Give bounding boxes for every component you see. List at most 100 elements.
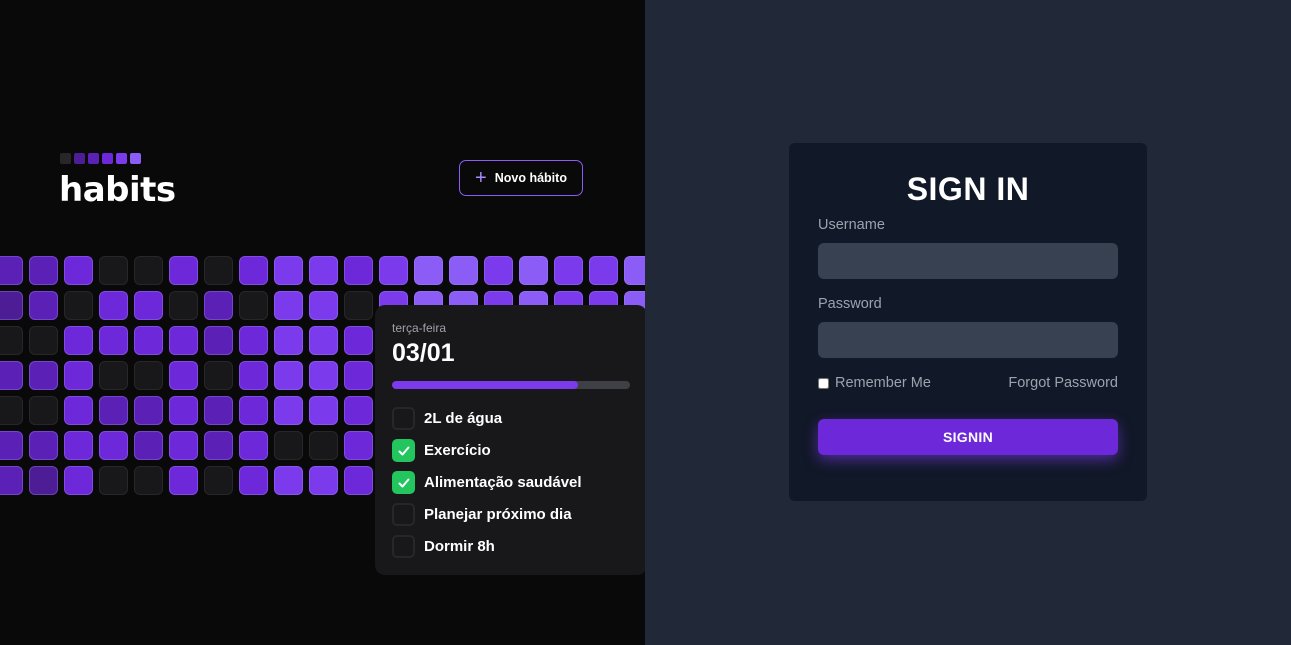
- habit-day-cell[interactable]: [29, 256, 58, 285]
- habit-day-cell[interactable]: [134, 326, 163, 355]
- task-item[interactable]: Planejar próximo dia: [392, 503, 572, 526]
- habit-day-cell[interactable]: [169, 291, 198, 320]
- habit-day-cell[interactable]: [99, 291, 128, 320]
- task-item[interactable]: Alimentação saudável: [392, 471, 582, 494]
- habit-day-cell[interactable]: [64, 431, 93, 460]
- habit-day-cell[interactable]: [344, 431, 373, 460]
- task-item[interactable]: 2L de água: [392, 407, 502, 430]
- habit-day-cell[interactable]: [64, 326, 93, 355]
- habit-day-cell[interactable]: [64, 396, 93, 425]
- habit-day-cell[interactable]: [0, 361, 23, 390]
- password-input[interactable]: [818, 322, 1118, 358]
- habit-day-cell[interactable]: [99, 431, 128, 460]
- task-checkbox[interactable]: [392, 535, 415, 558]
- habit-day-cell[interactable]: [204, 396, 233, 425]
- habit-day-cell[interactable]: [0, 256, 23, 285]
- habit-day-cell[interactable]: [204, 291, 233, 320]
- habit-day-cell[interactable]: [134, 256, 163, 285]
- habit-day-cell[interactable]: [169, 396, 198, 425]
- habit-day-cell[interactable]: [169, 326, 198, 355]
- habit-day-cell[interactable]: [134, 361, 163, 390]
- habit-day-cell[interactable]: [169, 431, 198, 460]
- habit-day-cell[interactable]: [64, 361, 93, 390]
- habit-day-cell[interactable]: [309, 361, 338, 390]
- habit-day-cell[interactable]: [29, 466, 58, 495]
- habit-day-cell[interactable]: [554, 256, 583, 285]
- habit-day-cell[interactable]: [309, 396, 338, 425]
- habit-day-cell[interactable]: [134, 431, 163, 460]
- habit-day-cell[interactable]: [309, 466, 338, 495]
- habit-day-cell[interactable]: [204, 326, 233, 355]
- habit-day-cell[interactable]: [239, 431, 268, 460]
- task-item[interactable]: Exercício: [392, 439, 491, 462]
- habit-day-cell[interactable]: [204, 431, 233, 460]
- habit-day-cell[interactable]: [239, 291, 268, 320]
- remember-me[interactable]: Remember Me: [818, 375, 931, 391]
- habit-day-cell[interactable]: [204, 256, 233, 285]
- signin-button[interactable]: SIGNIN: [818, 419, 1118, 455]
- habit-day-cell[interactable]: [624, 256, 645, 285]
- habit-day-cell[interactable]: [274, 466, 303, 495]
- habit-day-cell[interactable]: [0, 431, 23, 460]
- habit-day-cell[interactable]: [204, 466, 233, 495]
- habit-day-cell[interactable]: [29, 291, 58, 320]
- habit-day-cell[interactable]: [99, 361, 128, 390]
- habit-day-cell[interactable]: [449, 256, 478, 285]
- habit-day-cell[interactable]: [484, 256, 513, 285]
- habit-day-cell[interactable]: [64, 466, 93, 495]
- new-habit-button[interactable]: + Novo hábito: [459, 160, 583, 196]
- habit-day-cell[interactable]: [99, 326, 128, 355]
- habit-day-cell[interactable]: [239, 361, 268, 390]
- habit-day-cell[interactable]: [344, 361, 373, 390]
- habit-day-cell[interactable]: [134, 291, 163, 320]
- habit-day-cell[interactable]: [29, 431, 58, 460]
- habit-day-cell[interactable]: [309, 326, 338, 355]
- habit-day-cell[interactable]: [344, 396, 373, 425]
- habit-day-cell[interactable]: [204, 361, 233, 390]
- habit-day-cell[interactable]: [134, 396, 163, 425]
- habit-day-cell[interactable]: [414, 256, 443, 285]
- habit-day-cell[interactable]: [274, 361, 303, 390]
- habit-day-cell[interactable]: [274, 431, 303, 460]
- habit-day-cell[interactable]: [29, 361, 58, 390]
- habit-day-cell[interactable]: [0, 326, 23, 355]
- habit-day-cell[interactable]: [99, 256, 128, 285]
- habit-day-cell[interactable]: [274, 326, 303, 355]
- habit-day-cell[interactable]: [239, 466, 268, 495]
- habit-day-cell[interactable]: [344, 291, 373, 320]
- forgot-password-link[interactable]: Forgot Password: [1008, 375, 1118, 391]
- habit-day-cell[interactable]: [64, 256, 93, 285]
- habit-day-cell[interactable]: [169, 256, 198, 285]
- habit-day-cell[interactable]: [379, 256, 408, 285]
- task-checkbox[interactable]: [392, 407, 415, 430]
- habit-day-cell[interactable]: [274, 256, 303, 285]
- habit-day-cell[interactable]: [589, 256, 618, 285]
- habit-day-cell[interactable]: [0, 396, 23, 425]
- task-checkbox[interactable]: [392, 471, 415, 494]
- habit-day-cell[interactable]: [309, 291, 338, 320]
- habit-day-cell[interactable]: [99, 466, 128, 495]
- habit-day-cell[interactable]: [274, 396, 303, 425]
- habit-day-cell[interactable]: [134, 466, 163, 495]
- habit-day-cell[interactable]: [239, 396, 268, 425]
- habit-day-cell[interactable]: [344, 466, 373, 495]
- remember-me-checkbox[interactable]: [818, 377, 829, 389]
- habit-day-cell[interactable]: [519, 256, 548, 285]
- habit-day-cell[interactable]: [344, 326, 373, 355]
- habit-day-cell[interactable]: [64, 291, 93, 320]
- username-input[interactable]: [818, 243, 1118, 279]
- task-item[interactable]: Dormir 8h: [392, 535, 495, 558]
- habit-day-cell[interactable]: [274, 291, 303, 320]
- habit-day-cell[interactable]: [0, 466, 23, 495]
- habit-day-cell[interactable]: [169, 361, 198, 390]
- habit-day-cell[interactable]: [239, 326, 268, 355]
- task-checkbox[interactable]: [392, 503, 415, 526]
- habit-day-cell[interactable]: [29, 326, 58, 355]
- habit-day-cell[interactable]: [309, 431, 338, 460]
- habit-day-cell[interactable]: [169, 466, 198, 495]
- habit-day-cell[interactable]: [309, 256, 338, 285]
- habit-day-cell[interactable]: [99, 396, 128, 425]
- habit-day-cell[interactable]: [0, 291, 23, 320]
- habit-day-cell[interactable]: [239, 256, 268, 285]
- task-checkbox[interactable]: [392, 439, 415, 462]
